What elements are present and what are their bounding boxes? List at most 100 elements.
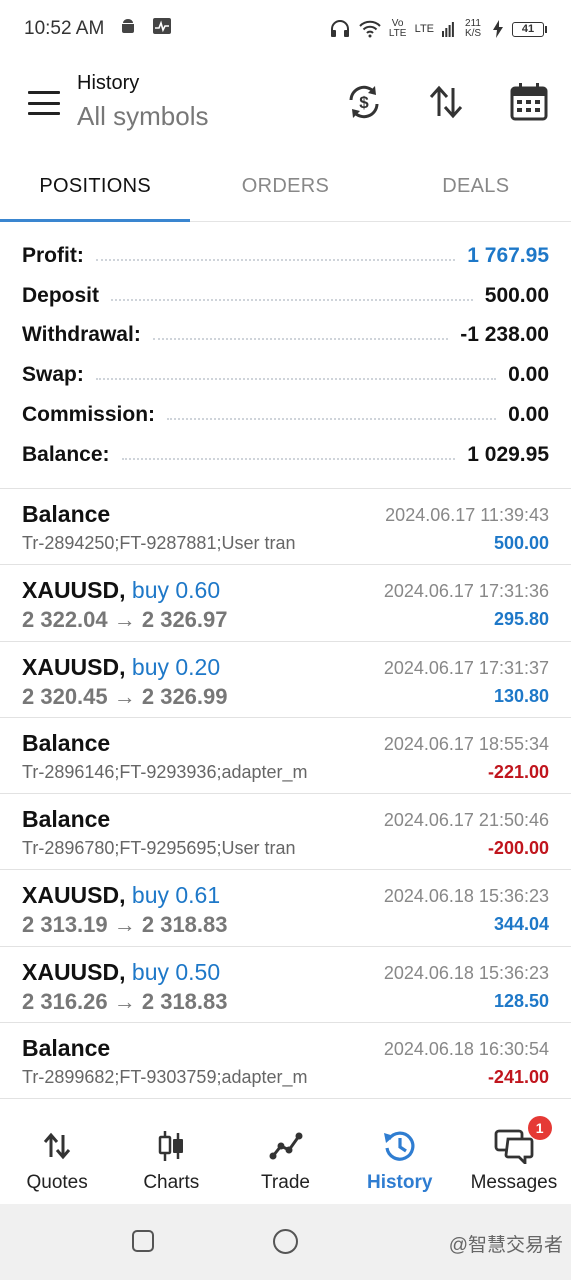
nav-label: Trade (261, 1172, 310, 1193)
summary-value: 500.00 (484, 283, 549, 307)
nav-label: Messages (470, 1172, 558, 1193)
row-symbol: XAUUSD, (22, 653, 126, 680)
wifi-icon (358, 20, 381, 38)
svg-text:$: $ (359, 93, 369, 112)
status-bar: 10:52 AM Vo LTE LTE 211 K/S 41 (0, 0, 571, 58)
row-detail: Tr-2896780;FT-9295695;User tran (22, 838, 296, 859)
messages-badge: 1 (527, 1116, 552, 1140)
calendar-button[interactable] (507, 80, 551, 124)
trade-icon (269, 1128, 303, 1164)
row-side: buy 0.50 (131, 958, 221, 985)
messages-icon (494, 1128, 534, 1164)
row-detail: Tr-2899682;FT-9303759;adapter_m (22, 1067, 308, 1088)
tab-bar: POSITIONS ORDERS DEALS (0, 158, 571, 222)
row-amount: -200.00 (487, 838, 549, 859)
symbol-filter[interactable]: All symbols (77, 101, 208, 132)
nav-label: History (366, 1172, 433, 1193)
summary-label: Deposit (22, 283, 100, 307)
row-amount: 344.04 (493, 914, 549, 935)
row-time: 2024.06.17 17:31:37 (383, 657, 549, 678)
summary-panel: Profit: 1 767.95 Deposit 500.00 Withdraw… (22, 236, 549, 475)
battery-icon: 41 (512, 21, 547, 37)
summary-label: Profit: (22, 243, 84, 267)
battery-level: 41 (512, 21, 544, 37)
row-title: XAUUSD, buy 0.50 (22, 959, 220, 986)
row-prices: 2 313.19 → 2 318.83 (22, 912, 228, 938)
summary-row-withdrawal: Withdrawal: -1 238.00 (22, 316, 549, 356)
summary-row-deposit: Deposit 500.00 (22, 276, 549, 316)
row-side: buy 0.61 (131, 882, 221, 909)
history-row[interactable]: Balance Tr-2899682;FT-9303759;adapter_m … (0, 1023, 571, 1100)
nav-trade[interactable]: Trade (228, 1110, 342, 1204)
bottom-nav: Quotes Charts Trade History 1 Messages (0, 1110, 571, 1204)
volte-label: Vo LTE (388, 18, 407, 39)
history-list: Balance Tr-2894250;FT-9287881;User tran … (0, 489, 571, 1100)
tab-orders[interactable]: ORDERS (190, 158, 380, 221)
summary-label: Withdrawal: (22, 323, 141, 347)
nav-quotes[interactable]: Quotes (0, 1110, 114, 1204)
row-title: Balance (22, 806, 111, 833)
row-amount: 130.80 (493, 685, 549, 706)
header-titles[interactable]: History All symbols (77, 72, 208, 132)
tab-deals[interactable]: DEALS (381, 158, 571, 221)
tab-positions[interactable]: POSITIONS (0, 158, 191, 222)
row-amount: 128.50 (493, 990, 549, 1011)
menu-icon[interactable] (28, 91, 60, 115)
history-icon (382, 1128, 418, 1164)
row-symbol: XAUUSD, (22, 577, 126, 604)
charging-icon (492, 20, 504, 38)
activity-icon (152, 17, 172, 41)
page-title: History (77, 72, 140, 94)
row-title: Balance (22, 1035, 111, 1062)
nav-messages[interactable]: 1 Messages (457, 1110, 571, 1204)
watermark: @智慧交易者 (448, 1235, 563, 1256)
home-icon[interactable] (273, 1229, 298, 1254)
row-time: 2024.06.17 11:39:43 (385, 505, 549, 525)
row-time: 2024.06.17 18:55:34 (383, 733, 549, 754)
history-row[interactable]: XAUUSD, buy 0.20 2 320.45 → 2 326.99 202… (0, 642, 571, 718)
summary-row-balance: Balance: 1 029.95 (22, 435, 549, 475)
row-amount: 500.00 (493, 533, 549, 553)
row-amount: -221.00 (487, 761, 549, 782)
nav-label: Quotes (26, 1172, 88, 1193)
summary-label: Swap: (22, 363, 84, 387)
summary-row-profit: Profit: 1 767.95 (22, 236, 549, 276)
android-icon (118, 16, 138, 42)
status-time: 10:52 AM (24, 18, 105, 39)
row-side: buy 0.20 (131, 653, 221, 680)
row-prices: 2 320.45 → 2 326.99 (22, 683, 228, 709)
nav-history[interactable]: History (343, 1110, 457, 1204)
summary-row-swap: Swap: 0.00 (22, 355, 549, 395)
row-amount: 295.80 (493, 609, 549, 630)
net-speed-label: 211 K/S (464, 18, 482, 39)
history-row[interactable]: Balance Tr-2896780;FT-9295695;User tran … (0, 794, 571, 871)
currency-sync-button[interactable]: $ (342, 80, 386, 124)
row-title: Balance (22, 729, 111, 756)
recent-apps-icon[interactable] (132, 1230, 154, 1252)
sort-button[interactable] (424, 80, 468, 124)
row-title: Balance (22, 501, 111, 527)
row-title: XAUUSD, buy 0.61 (22, 882, 220, 909)
history-row[interactable]: XAUUSD, buy 0.61 2 313.19 → 2 318.83 202… (0, 870, 571, 947)
row-detail: Tr-2896146;FT-9293936;adapter_m (22, 761, 308, 782)
signal-icon (442, 21, 454, 37)
headset-icon (329, 19, 351, 39)
row-detail: Tr-2894250;FT-9287881;User tran (22, 533, 296, 553)
row-time: 2024.06.17 17:31:36 (383, 581, 549, 602)
network-type-label: LTE (414, 23, 434, 35)
app-header: History All symbols $ (0, 58, 571, 158)
sort-icon (429, 85, 463, 119)
row-time: 2024.06.18 15:36:23 (383, 962, 549, 983)
history-row[interactable]: Balance Tr-2894250;FT-9287881;User tran … (0, 489, 571, 566)
history-row[interactable]: Balance Tr-2896146;FT-9293936;adapter_m … (0, 718, 571, 795)
history-row[interactable]: XAUUSD, buy 0.50 2 316.26 → 2 318.83 202… (0, 947, 571, 1024)
summary-value: -1 238.00 (460, 323, 549, 347)
row-amount: -241.00 (487, 1067, 549, 1088)
nav-charts[interactable]: Charts (114, 1110, 228, 1204)
row-time: 2024.06.17 21:50:46 (383, 810, 549, 831)
summary-row-commission: Commission: 0.00 (22, 395, 549, 435)
row-prices: 2 316.26 → 2 318.83 (22, 988, 228, 1014)
nav-label: Charts (143, 1172, 200, 1193)
summary-label: Balance: (22, 442, 110, 466)
history-row[interactable]: XAUUSD, buy 0.60 2 322.04 → 2 326.97 202… (0, 565, 571, 642)
